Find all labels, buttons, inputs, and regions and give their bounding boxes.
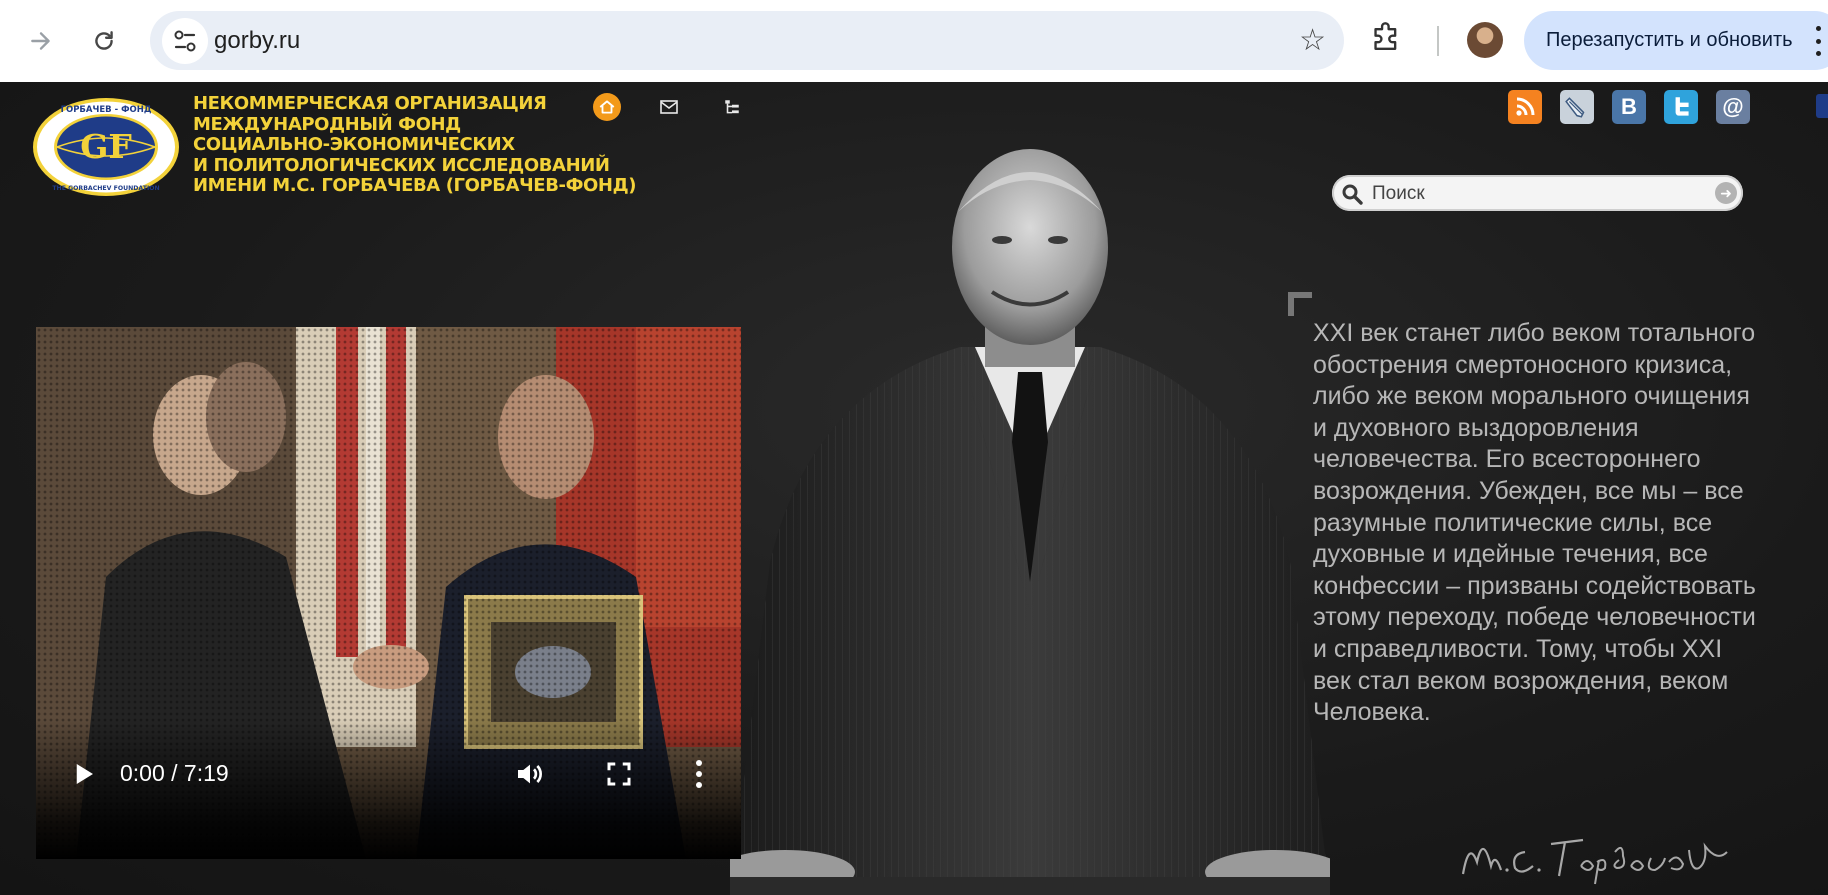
foundation-logo[interactable]: GF ГОРБАЧЕВ - ФОНД THE GORBACHEV FOUNDAT…: [32, 97, 180, 197]
relaunch-update-button[interactable]: Перезапустить и обновить: [1524, 11, 1828, 70]
home-icon[interactable]: [593, 93, 621, 121]
org-line: ИМЕНИ М.С. ГОРБАЧЕВА (ГОРБАЧЕВ-ФОНД): [193, 175, 637, 196]
signature: [1461, 838, 1728, 885]
video-time: 0:00 / 7:19: [120, 760, 229, 786]
browser-toolbar: gorby.ru ☆ Перезапустить и обновить: [0, 0, 1828, 82]
relaunch-update-label: Перезапустить и обновить: [1546, 29, 1793, 51]
video-controls-gradient: [36, 719, 741, 859]
quote-corner-icon: [1288, 292, 1312, 316]
org-line: НЕКОММЕРЧЕСКАЯ ОРГАНИЗАЦИЯ: [193, 93, 547, 114]
search-icon: [1342, 184, 1363, 205]
twitter-icon[interactable]: [1664, 90, 1698, 124]
forward-button[interactable]: [18, 18, 64, 64]
menu-kebab-icon[interactable]: [1812, 26, 1824, 56]
extensions-button[interactable]: [1370, 20, 1402, 59]
video-player[interactable]: 0:00 / 7:19: [36, 327, 741, 859]
sitemap-icon[interactable]: [718, 93, 746, 121]
profile-avatar[interactable]: [1467, 22, 1503, 58]
logo-text-top: ГОРБАЧЕВ - ФОНД: [61, 105, 152, 115]
fullscreen-icon[interactable]: [604, 759, 634, 789]
url-text[interactable]: gorby.ru: [214, 27, 300, 55]
email-icon[interactable]: @: [1716, 90, 1750, 124]
volume-icon[interactable]: [514, 758, 546, 790]
org-line: И ПОЛИТОЛОГИЧЕСКИХ ИССЛЕДОВАНИЙ: [193, 154, 610, 176]
extensions-icon: [1374, 22, 1397, 50]
organization-name[interactable]: НЕКОММЕРЧЕСКАЯ ОРГАНИЗАЦИЯ МЕЖДУНАРОДНЫЙ…: [193, 93, 637, 197]
site-info-button[interactable]: [162, 18, 208, 64]
search-input[interactable]: [1370, 180, 1704, 208]
page-content: GF ГОРБАЧЕВ - ФОНД THE GORBACHEV FOUNDAT…: [0, 82, 1828, 895]
org-line: СОЦИАЛЬНО-ЭКОНОМИЧЕСКИХ: [193, 134, 515, 155]
livejournal-icon[interactable]: [1560, 90, 1594, 124]
search-box: ➜: [1332, 175, 1743, 211]
gorbachev-portrait: [730, 149, 1330, 895]
logo-text-bottom: THE GORBACHEV FOUNDATION: [52, 185, 159, 192]
play-icon[interactable]: [68, 759, 98, 789]
search-submit-icon[interactable]: ➜: [1715, 182, 1737, 204]
gorbachev-quote: XXI век станет либо веком тотального обо…: [1313, 319, 1756, 727]
site-info-icon: [174, 30, 196, 52]
reload-icon: [95, 31, 113, 50]
address-bar[interactable]: gorby.ru ☆: [150, 11, 1344, 70]
english-flag-icon[interactable]: [1816, 94, 1828, 118]
mail-icon[interactable]: [655, 93, 683, 121]
bookmark-star-icon[interactable]: ☆: [1299, 23, 1326, 58]
vkontakte-icon[interactable]: B: [1612, 90, 1646, 124]
forward-icon: [31, 32, 50, 50]
toolbar-separator: [1437, 26, 1439, 56]
rss-icon[interactable]: [1508, 90, 1542, 124]
logo-initials: GF: [80, 127, 132, 166]
reload-button[interactable]: [81, 18, 127, 64]
more-options-icon[interactable]: [693, 757, 705, 791]
org-line: МЕЖДУНАРОДНЫЙ ФОНД: [193, 113, 461, 135]
